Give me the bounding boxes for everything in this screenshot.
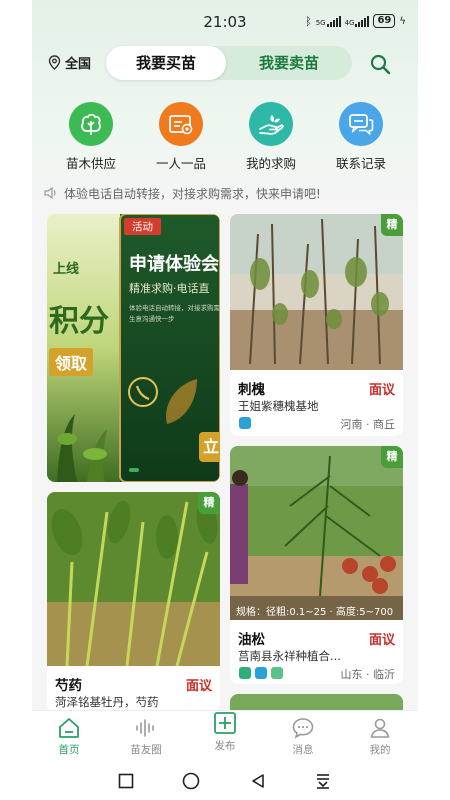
promo-left-line-3: 领取 xyxy=(49,348,94,376)
message-icon xyxy=(292,718,314,739)
certificate-icon xyxy=(159,102,203,146)
featured-badge: 精 xyxy=(381,214,403,236)
status-bar: 21:03 ᛒ 5G 4G 69 ϟ xyxy=(32,0,418,42)
promo-apply-button[interactable]: 立 xyxy=(199,432,220,462)
status-icons: ᛒ 5G 4G 69 ϟ xyxy=(305,14,406,28)
promo-desc-1: 体验电话自动转接，对接求购需求 xyxy=(129,304,220,312)
system-nav-bar xyxy=(32,762,418,800)
recent-apps-icon[interactable] xyxy=(118,773,134,789)
signal-4g-icon: 4G xyxy=(345,15,370,27)
quick-nav-label: 联系记录 xyxy=(335,156,386,171)
battery-level: 69 xyxy=(373,14,396,28)
nav-label: 我的 xyxy=(369,744,391,756)
speaker-icon xyxy=(44,187,56,199)
location-selector[interactable]: 全国 xyxy=(48,53,91,72)
product-image xyxy=(230,214,403,370)
tab-buy-seedlings[interactable]: 我要买苗 xyxy=(106,46,226,80)
quick-nav-contact-record[interactable]: 联系记录 xyxy=(316,102,406,172)
buy-sell-toggle: 我要买苗 我要卖苗 xyxy=(106,46,352,80)
bottom-nav: 首页 苗友圈 发布 消息 我的 xyxy=(32,710,418,762)
promo-desc-2: 生意沟通快一步 xyxy=(129,315,175,323)
search-icon[interactable] xyxy=(368,52,392,76)
promo-left-line-2: 积分 xyxy=(49,304,109,339)
product-seller: 菏泽铭基牡丹，芍药 xyxy=(55,695,159,709)
product-spec: 规格：径粗:0.1~25 · 高度:5~700 xyxy=(236,607,394,618)
tree-icon xyxy=(69,102,113,146)
quick-nav-label: 一人一品 xyxy=(155,156,206,171)
product-seller: 王姐紫穗槐基地 xyxy=(238,399,319,413)
nav-messages[interactable]: 消息 xyxy=(273,717,333,757)
quick-nav-label: 我的求购 xyxy=(245,156,296,171)
quick-nav-my-purchase[interactable]: 我的求购 xyxy=(226,102,316,172)
signal-5g-icon: 5G xyxy=(316,15,341,27)
top-header: 全国 我要买苗 我要卖苗 xyxy=(32,44,418,82)
quick-nav: 苗木供应 一人一品 我的求购 联系记录 xyxy=(32,102,418,172)
notice-bar[interactable]: 体验电话自动转接，对接求购需求，快来申请吧! xyxy=(44,182,406,204)
home-circle-icon[interactable] xyxy=(182,772,200,790)
hand-seedling-icon xyxy=(249,102,293,146)
product-card[interactable]: 精 刺槐 面议 王姐紫穗槐基地 河南 · 商丘 xyxy=(230,214,403,436)
quick-nav-one-person-one-product[interactable]: 一人一品 xyxy=(136,102,226,172)
product-name: 刺槐 xyxy=(238,382,265,398)
waveform-icon xyxy=(136,719,154,737)
add-icon xyxy=(214,712,236,734)
product-card[interactable]: 精 芍药 面议 菏泽铭基牡丹，芍药 xyxy=(47,492,220,712)
verified-badge-icon xyxy=(255,667,267,679)
quick-nav-seedling-supply[interactable]: 苗木供应 xyxy=(46,102,136,172)
nav-community[interactable]: 苗友圈 xyxy=(116,717,176,757)
app-screen: 21:03 ᛒ 5G 4G 69 ϟ 全国 我要买苗 我要卖苗 苗木供应 一人一… xyxy=(32,0,418,800)
product-name: 芍药 xyxy=(55,678,82,694)
featured-badge: 精 xyxy=(198,492,220,514)
location-label: 全国 xyxy=(65,57,92,72)
product-price: 面议 xyxy=(368,383,395,398)
nav-label: 首页 xyxy=(58,744,80,756)
product-location: 河南 · 商丘 xyxy=(340,418,396,431)
product-price: 面议 xyxy=(368,633,395,648)
nav-label: 发布 xyxy=(214,740,236,752)
promo-left-line-1: 上线 xyxy=(53,262,80,277)
chat-icon xyxy=(339,102,383,146)
home-icon xyxy=(59,718,79,738)
back-icon[interactable] xyxy=(250,773,266,789)
product-price: 面议 xyxy=(185,679,212,694)
product-image xyxy=(230,446,403,620)
promo-banner[interactable]: 活动 上线 积分 领取 申请体验会 精准求购·电话直 体验电话自动转接，对接求购… xyxy=(47,214,220,482)
verified-badge-icon xyxy=(239,417,251,429)
product-image xyxy=(47,492,220,666)
tab-sell-seedlings[interactable]: 我要卖苗 xyxy=(230,46,348,80)
nav-profile[interactable]: 我的 xyxy=(350,717,410,757)
charging-icon: ϟ xyxy=(399,15,406,27)
quality-badge-icon xyxy=(271,667,283,679)
featured-badge: 精 xyxy=(381,446,403,468)
location-pin-icon xyxy=(48,55,61,70)
nav-label: 苗友圈 xyxy=(130,744,162,756)
quick-nav-label: 苗木供应 xyxy=(65,156,116,171)
nav-label: 消息 xyxy=(292,744,314,756)
nav-home[interactable]: 首页 xyxy=(39,717,99,757)
notice-text: 体验电话自动转接，对接求购需求，快来申请吧! xyxy=(64,186,321,201)
product-seller: 莒南县永祥种植合... xyxy=(238,649,341,663)
product-name: 油松 xyxy=(238,632,265,648)
carousel-indicator xyxy=(129,468,139,472)
certified-badge-icon xyxy=(239,667,251,679)
bluetooth-icon: ᛒ xyxy=(305,14,312,28)
user-icon xyxy=(370,718,390,738)
product-card[interactable]: 精 规格：径粗:0.1~25 · 高度:5~700 油松 面议 莒南县永祥种植合… xyxy=(230,446,403,684)
promo-title: 申请体验会 xyxy=(129,254,219,275)
promo-tag: 活动 xyxy=(124,218,161,235)
nav-publish[interactable]: 发布 xyxy=(195,711,255,753)
product-location: 山东 · 临沂 xyxy=(340,668,396,681)
promo-subtitle: 精准求购·电话直 xyxy=(129,282,210,295)
download-menu-icon[interactable] xyxy=(314,772,332,790)
